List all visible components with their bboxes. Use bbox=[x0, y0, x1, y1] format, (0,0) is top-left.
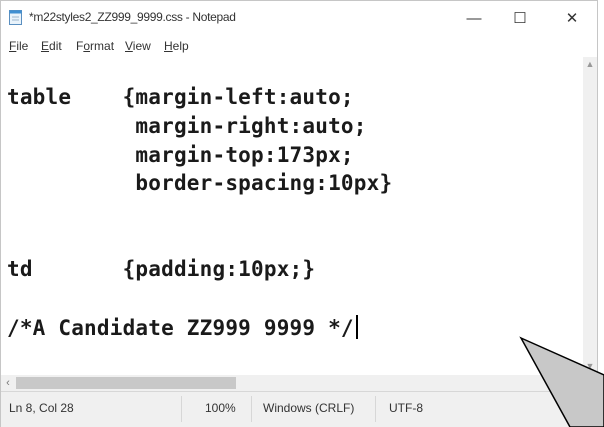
text-editor[interactable]: table {margin-left:auto; margin-right:au… bbox=[1, 57, 583, 375]
code-line-current: /*A Candidate ZZ999 9999 */ bbox=[7, 315, 358, 340]
notepad-window: *m22styles2_ZZ999_9999.css - Notepad — ☐… bbox=[0, 0, 598, 427]
scroll-left-arrow-icon[interactable]: ‹ bbox=[1, 375, 15, 391]
maximize-button[interactable]: ☐ bbox=[497, 1, 543, 35]
scroll-down-arrow-icon[interactable]: ▼ bbox=[583, 359, 597, 373]
vertical-scrollbar[interactable]: ▲ ▼ bbox=[583, 57, 597, 375]
title-bar[interactable]: *m22styles2_ZZ999_9999.css - Notepad — ☐… bbox=[1, 1, 597, 35]
scroll-up-arrow-icon[interactable]: ▲ bbox=[583, 57, 597, 71]
code-line: table {margin-left:auto; bbox=[7, 85, 354, 109]
minimize-button[interactable]: — bbox=[451, 1, 497, 35]
status-bar: Ln 8, Col 28 100% Windows (CRLF) UTF-8 bbox=[1, 391, 597, 427]
status-divider bbox=[251, 396, 252, 422]
line-ending: Windows (CRLF) bbox=[263, 401, 355, 415]
menu-view[interactable]: View bbox=[125, 39, 151, 53]
code-line: margin-top:173px; bbox=[7, 143, 354, 167]
horizontal-scrollbar[interactable]: ‹ bbox=[1, 375, 583, 391]
code-line: td {padding:10px;} bbox=[7, 257, 316, 281]
zoom-level: 100% bbox=[205, 401, 236, 415]
menu-help[interactable]: Help bbox=[164, 39, 189, 53]
status-divider bbox=[375, 396, 376, 422]
menu-bar: File Edit Format View Help bbox=[1, 35, 597, 57]
menu-format[interactable]: Format bbox=[76, 39, 114, 53]
status-divider bbox=[181, 396, 182, 422]
window-title: *m22styles2_ZZ999_9999.css - Notepad bbox=[29, 10, 236, 24]
horizontal-scroll-thumb[interactable] bbox=[16, 377, 236, 389]
notepad-icon bbox=[9, 10, 22, 25]
close-button[interactable]: ✕ bbox=[549, 1, 595, 35]
menu-file[interactable]: File bbox=[9, 39, 28, 53]
text-caret bbox=[355, 315, 358, 339]
encoding: UTF-8 bbox=[389, 401, 423, 415]
code-line: border-spacing:10px} bbox=[7, 171, 393, 195]
menu-edit[interactable]: Edit bbox=[41, 39, 62, 53]
cursor-position: Ln 8, Col 28 bbox=[9, 401, 74, 415]
code-line: margin-right:auto; bbox=[7, 114, 367, 138]
